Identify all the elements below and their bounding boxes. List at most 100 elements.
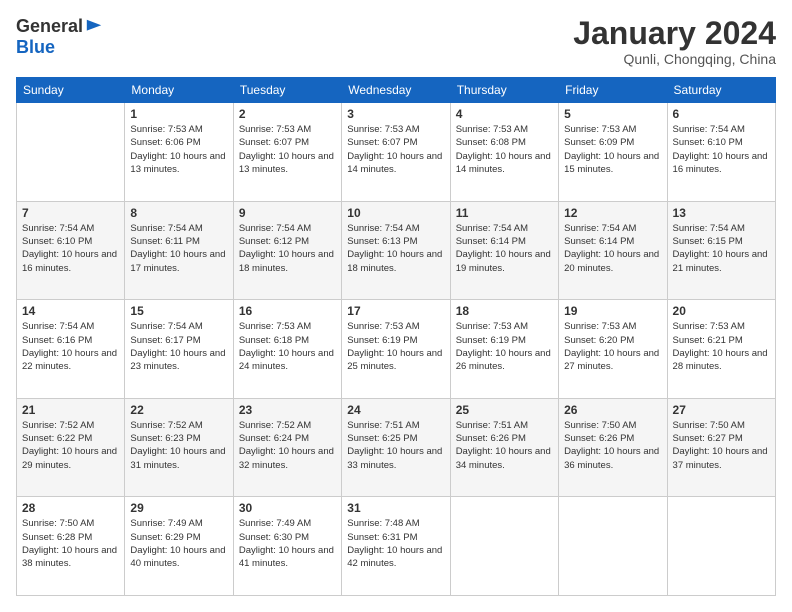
day-number: 16 [239,304,336,318]
month-title: January 2024 [573,16,776,51]
calendar-cell: 2 Sunrise: 7:53 AM Sunset: 6:07 PM Daylig… [233,103,341,202]
col-header-saturday: Saturday [667,78,775,103]
day-number: 1 [130,107,227,121]
day-number: 13 [673,206,770,220]
header: General Blue January 2024 Qunli, Chongqi… [16,16,776,67]
day-number: 28 [22,501,119,515]
day-detail: Sunrise: 7:53 AM Sunset: 6:07 PM Dayligh… [239,123,336,176]
col-header-wednesday: Wednesday [342,78,450,103]
day-detail: Sunrise: 7:48 AM Sunset: 6:31 PM Dayligh… [347,517,444,570]
day-number: 18 [456,304,553,318]
day-number: 6 [673,107,770,121]
calendar-cell: 19Sunrise: 7:53 AM Sunset: 6:20 PM Dayli… [559,300,667,399]
logo-general-text: General [16,16,83,37]
calendar-cell: 18 Sunrise: 7:53 AM Sunset: 6:19 PM Dayli… [450,300,558,399]
title-area: January 2024 Qunli, Chongqing, China [573,16,776,67]
day-number: 14 [22,304,119,318]
calendar-cell: 9Sunrise: 7:54 AM Sunset: 6:12 PM Daylig… [233,201,341,300]
calendar-cell: 22 Sunrise: 7:52 AM Sunset: 6:23 PM Dayli… [125,398,233,497]
day-number: 31 [347,501,444,515]
col-header-friday: Friday [559,78,667,103]
calendar-cell [450,497,558,596]
calendar-cell: 6 Sunrise: 7:54 AM Sunset: 6:10 PM Daylig… [667,103,775,202]
calendar-header-row: SundayMondayTuesdayWednesdayThursdayFrid… [17,78,776,103]
day-detail: Sunrise: 7:53 AM Sunset: 6:20 PM Dayligh… [564,320,661,373]
week-row-3: 21 Sunrise: 7:52 AM Sunset: 6:22 PM Dayli… [17,398,776,497]
day-number: 11 [456,206,553,220]
calendar-cell: 5 Sunrise: 7:53 AM Sunset: 6:09 PM Daylig… [559,103,667,202]
col-header-tuesday: Tuesday [233,78,341,103]
calendar-cell: 25 Sunrise: 7:51 AM Sunset: 6:26 PM Dayli… [450,398,558,497]
day-detail: Sunrise: 7:53 AM Sunset: 6:06 PM Dayligh… [130,123,227,176]
day-number: 17 [347,304,444,318]
day-number: 9 [239,206,336,220]
day-detail: Sunrise: 7:54 AM Sunset: 6:10 PM Dayligh… [22,222,119,275]
logo: General Blue [16,16,103,58]
day-detail: Sunrise: 7:54 AM Sunset: 6:13 PM Dayligh… [347,222,444,275]
day-detail: Sunrise: 7:53 AM Sunset: 6:07 PM Dayligh… [347,123,444,176]
day-detail: Sunrise: 7:54 AM Sunset: 6:16 PM Dayligh… [22,320,119,373]
day-number: 5 [564,107,661,121]
day-detail: Sunrise: 7:51 AM Sunset: 6:26 PM Dayligh… [456,419,553,472]
day-number: 22 [130,403,227,417]
calendar-cell: 17 Sunrise: 7:53 AM Sunset: 6:19 PM Dayli… [342,300,450,399]
day-detail: Sunrise: 7:53 AM Sunset: 6:19 PM Dayligh… [347,320,444,373]
calendar-cell: 13Sunrise: 7:54 AM Sunset: 6:15 PM Dayli… [667,201,775,300]
day-number: 27 [673,403,770,417]
calendar-cell: 20Sunrise: 7:53 AM Sunset: 6:21 PM Dayli… [667,300,775,399]
calendar-cell: 3 Sunrise: 7:53 AM Sunset: 6:07 PM Daylig… [342,103,450,202]
calendar-cell [17,103,125,202]
day-number: 3 [347,107,444,121]
col-header-thursday: Thursday [450,78,558,103]
week-row-2: 14 Sunrise: 7:54 AM Sunset: 6:16 PM Dayli… [17,300,776,399]
day-detail: Sunrise: 7:53 AM Sunset: 6:19 PM Dayligh… [456,320,553,373]
week-row-4: 28 Sunrise: 7:50 AM Sunset: 6:28 PM Dayli… [17,497,776,596]
logo-flag-icon [85,18,103,36]
day-number: 8 [130,206,227,220]
col-header-sunday: Sunday [17,78,125,103]
day-detail: Sunrise: 7:52 AM Sunset: 6:24 PM Dayligh… [239,419,336,472]
day-number: 24 [347,403,444,417]
location: Qunli, Chongqing, China [573,51,776,67]
day-number: 25 [456,403,553,417]
day-number: 15 [130,304,227,318]
day-detail: Sunrise: 7:50 AM Sunset: 6:26 PM Dayligh… [564,419,661,472]
calendar-cell: 29Sunrise: 7:49 AM Sunset: 6:29 PM Dayli… [125,497,233,596]
day-number: 26 [564,403,661,417]
calendar-cell: 31 Sunrise: 7:48 AM Sunset: 6:31 PM Dayli… [342,497,450,596]
day-detail: Sunrise: 7:51 AM Sunset: 6:25 PM Dayligh… [347,419,444,472]
day-detail: Sunrise: 7:53 AM Sunset: 6:09 PM Dayligh… [564,123,661,176]
day-detail: Sunrise: 7:54 AM Sunset: 6:11 PM Dayligh… [130,222,227,275]
day-detail: Sunrise: 7:54 AM Sunset: 6:10 PM Dayligh… [673,123,770,176]
day-detail: Sunrise: 7:50 AM Sunset: 6:28 PM Dayligh… [22,517,119,570]
day-detail: Sunrise: 7:52 AM Sunset: 6:22 PM Dayligh… [22,419,119,472]
day-detail: Sunrise: 7:49 AM Sunset: 6:30 PM Dayligh… [239,517,336,570]
calendar-cell: 16 Sunrise: 7:53 AM Sunset: 6:18 PM Dayli… [233,300,341,399]
calendar-cell: 14 Sunrise: 7:54 AM Sunset: 6:16 PM Dayli… [17,300,125,399]
day-number: 23 [239,403,336,417]
week-row-0: 1 Sunrise: 7:53 AM Sunset: 6:06 PM Daylig… [17,103,776,202]
day-detail: Sunrise: 7:54 AM Sunset: 6:14 PM Dayligh… [456,222,553,275]
calendar-cell [667,497,775,596]
day-number: 2 [239,107,336,121]
week-row-1: 7 Sunrise: 7:54 AM Sunset: 6:10 PM Daylig… [17,201,776,300]
calendar-cell: 26 Sunrise: 7:50 AM Sunset: 6:26 PM Dayli… [559,398,667,497]
day-number: 30 [239,501,336,515]
calendar-cell: 4Sunrise: 7:53 AM Sunset: 6:08 PM Daylig… [450,103,558,202]
day-detail: Sunrise: 7:52 AM Sunset: 6:23 PM Dayligh… [130,419,227,472]
day-detail: Sunrise: 7:53 AM Sunset: 6:08 PM Dayligh… [456,123,553,176]
day-number: 21 [22,403,119,417]
calendar-cell [559,497,667,596]
calendar-cell: 21 Sunrise: 7:52 AM Sunset: 6:22 PM Dayli… [17,398,125,497]
day-detail: Sunrise: 7:54 AM Sunset: 6:14 PM Dayligh… [564,222,661,275]
calendar-cell: 28 Sunrise: 7:50 AM Sunset: 6:28 PM Dayli… [17,497,125,596]
calendar-cell: 27 Sunrise: 7:50 AM Sunset: 6:27 PM Dayli… [667,398,775,497]
day-number: 29 [130,501,227,515]
col-header-monday: Monday [125,78,233,103]
day-detail: Sunrise: 7:53 AM Sunset: 6:18 PM Dayligh… [239,320,336,373]
day-number: 7 [22,206,119,220]
day-number: 10 [347,206,444,220]
day-detail: Sunrise: 7:50 AM Sunset: 6:27 PM Dayligh… [673,419,770,472]
calendar-cell: 8 Sunrise: 7:54 AM Sunset: 6:11 PM Daylig… [125,201,233,300]
calendar-cell: 23 Sunrise: 7:52 AM Sunset: 6:24 PM Dayli… [233,398,341,497]
